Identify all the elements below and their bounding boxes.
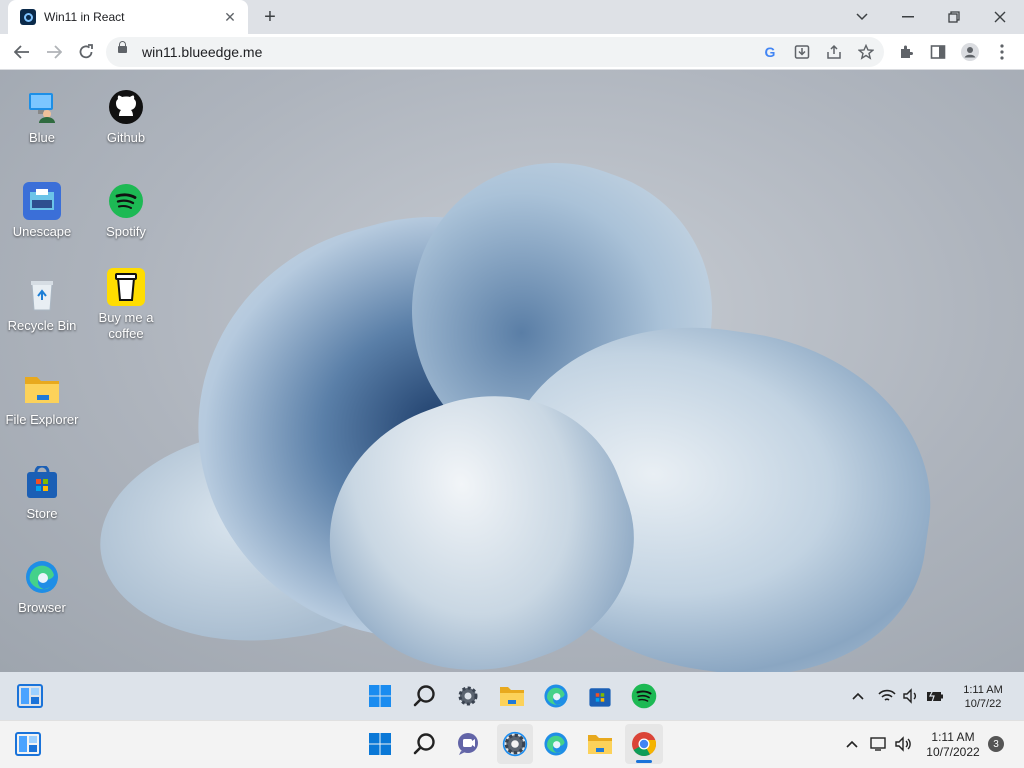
browser-tab[interactable]: Win11 in React ✕	[8, 0, 248, 34]
host-search-icon[interactable]	[410, 729, 440, 759]
browser-menu-icon[interactable]	[988, 38, 1016, 66]
bookmark-star-icon[interactable]	[856, 42, 876, 62]
new-tab-button[interactable]: +	[258, 5, 282, 29]
spotify-taskbar-icon[interactable]	[629, 681, 659, 711]
host-widgets-button[interactable]	[13, 729, 43, 759]
google-lens-icon[interactable]: G	[760, 42, 780, 62]
desktop[interactable]: Blue Unescape Recycle Bin File Explorer …	[0, 70, 1024, 672]
url-text[interactable]: win11.blueedge.me	[142, 44, 262, 60]
host-volume-icon[interactable]	[894, 735, 912, 753]
host-settings-icon[interactable]	[497, 724, 533, 764]
spotify-icon	[107, 182, 145, 220]
store-taskbar-icon[interactable]	[585, 681, 615, 711]
inner-date: 10/7/22	[964, 698, 1002, 710]
install-app-icon[interactable]	[792, 42, 812, 62]
desktop-icon-store[interactable]: Store	[0, 464, 84, 522]
battery-icon[interactable]	[926, 687, 944, 705]
tab-title: Win11 in React	[44, 10, 125, 24]
desktop-icon-github[interactable]: Github	[84, 88, 168, 146]
widgets-button[interactable]	[15, 681, 45, 711]
host-edge-icon[interactable]	[541, 729, 571, 759]
settings-gear-icon[interactable]	[453, 681, 483, 711]
wifi-icon[interactable]	[878, 687, 896, 705]
desktop-icon-label: File Explorer	[5, 412, 79, 427]
host-start-button[interactable]	[365, 729, 395, 759]
teams-chat-icon[interactable]	[453, 729, 483, 759]
active-app-indicator	[636, 760, 652, 763]
close-tab-icon[interactable]: ✕	[222, 9, 238, 25]
recycle-bin-icon	[23, 276, 61, 314]
desktop-icon-label: Buy me a coffee	[98, 310, 154, 341]
notification-count-badge[interactable]: 3	[988, 736, 1004, 752]
host-taskbar: 1:11 AM 10/7/2022 3	[0, 720, 1024, 768]
inner-clock[interactable]: 1:11 AM 10/7/22	[950, 683, 1016, 711]
reload-button[interactable]	[72, 38, 100, 66]
store-icon	[23, 464, 61, 502]
chrome-taskbar-icon[interactable]	[625, 724, 663, 764]
inner-taskbar: 1:11 AM 10/7/22	[0, 672, 1024, 720]
restore-button[interactable]	[932, 0, 976, 34]
volume-icon[interactable]	[902, 687, 920, 705]
inner-time: 1:11 AM	[963, 684, 1003, 696]
address-bar[interactable]: win11.blueedge.me G	[106, 37, 884, 67]
desktop-icon-blue[interactable]: Blue	[0, 88, 84, 146]
blue-user-pc-icon	[23, 88, 61, 126]
share-icon[interactable]	[824, 42, 844, 62]
desktop-icon-buy-me-a-coffee[interactable]: Buy me a coffee	[84, 268, 168, 342]
profile-avatar-icon[interactable]	[956, 38, 984, 66]
host-tray-chevron-up-icon[interactable]	[843, 735, 861, 753]
edge-icon	[23, 558, 61, 596]
desktop-icon-label: Browser	[18, 600, 66, 615]
browser-toolbar: win11.blueedge.me G	[0, 34, 1024, 70]
tray-chevron-up-icon[interactable]	[849, 687, 867, 705]
github-icon	[107, 88, 145, 126]
desktop-icon-browser[interactable]: Browser	[0, 558, 84, 616]
host-file-explorer-icon[interactable]	[585, 729, 615, 759]
forward-button[interactable]	[40, 38, 68, 66]
desktop-icon-label: Blue	[28, 130, 56, 145]
close-window-button[interactable]	[978, 0, 1022, 34]
unescape-icon	[23, 182, 61, 220]
coffee-icon	[107, 268, 145, 306]
desktop-icon-recycle-bin[interactable]: Recycle Bin	[0, 276, 84, 334]
search-icon[interactable]	[410, 681, 440, 711]
host-clock[interactable]: 1:11 AM 10/7/2022	[920, 730, 986, 760]
lock-icon[interactable]	[118, 41, 127, 53]
desktop-icon-label: Github	[106, 130, 146, 145]
file-explorer-taskbar-icon[interactable]	[497, 681, 527, 711]
desktop-icon-label: Spotify	[106, 224, 146, 239]
host-date: 10/7/2022	[926, 745, 980, 759]
tab-strip: Win11 in React ✕ +	[0, 0, 1024, 34]
desktop-icon-label: Store	[26, 506, 58, 521]
side-panel-icon[interactable]	[924, 38, 952, 66]
desktop-icon-file-explorer[interactable]: File Explorer	[0, 370, 84, 428]
desktop-icon-label: Recycle Bin	[7, 318, 77, 333]
back-button[interactable]	[8, 38, 36, 66]
tab-favicon-icon	[20, 9, 36, 25]
edge-taskbar-icon[interactable]	[541, 681, 571, 711]
start-button[interactable]	[365, 681, 395, 711]
desktop-icon-spotify[interactable]: Spotify	[84, 182, 168, 240]
desktop-icon-label: Unescape	[12, 224, 72, 239]
minimize-button[interactable]	[886, 0, 930, 34]
network-monitor-icon[interactable]	[870, 735, 888, 753]
tab-search-chevron-icon[interactable]	[840, 0, 884, 34]
host-time: 1:11 AM	[931, 730, 975, 744]
desktop-icon-unescape[interactable]: Unescape	[0, 182, 84, 240]
folder-icon	[23, 370, 61, 408]
extensions-icon[interactable]	[892, 38, 920, 66]
